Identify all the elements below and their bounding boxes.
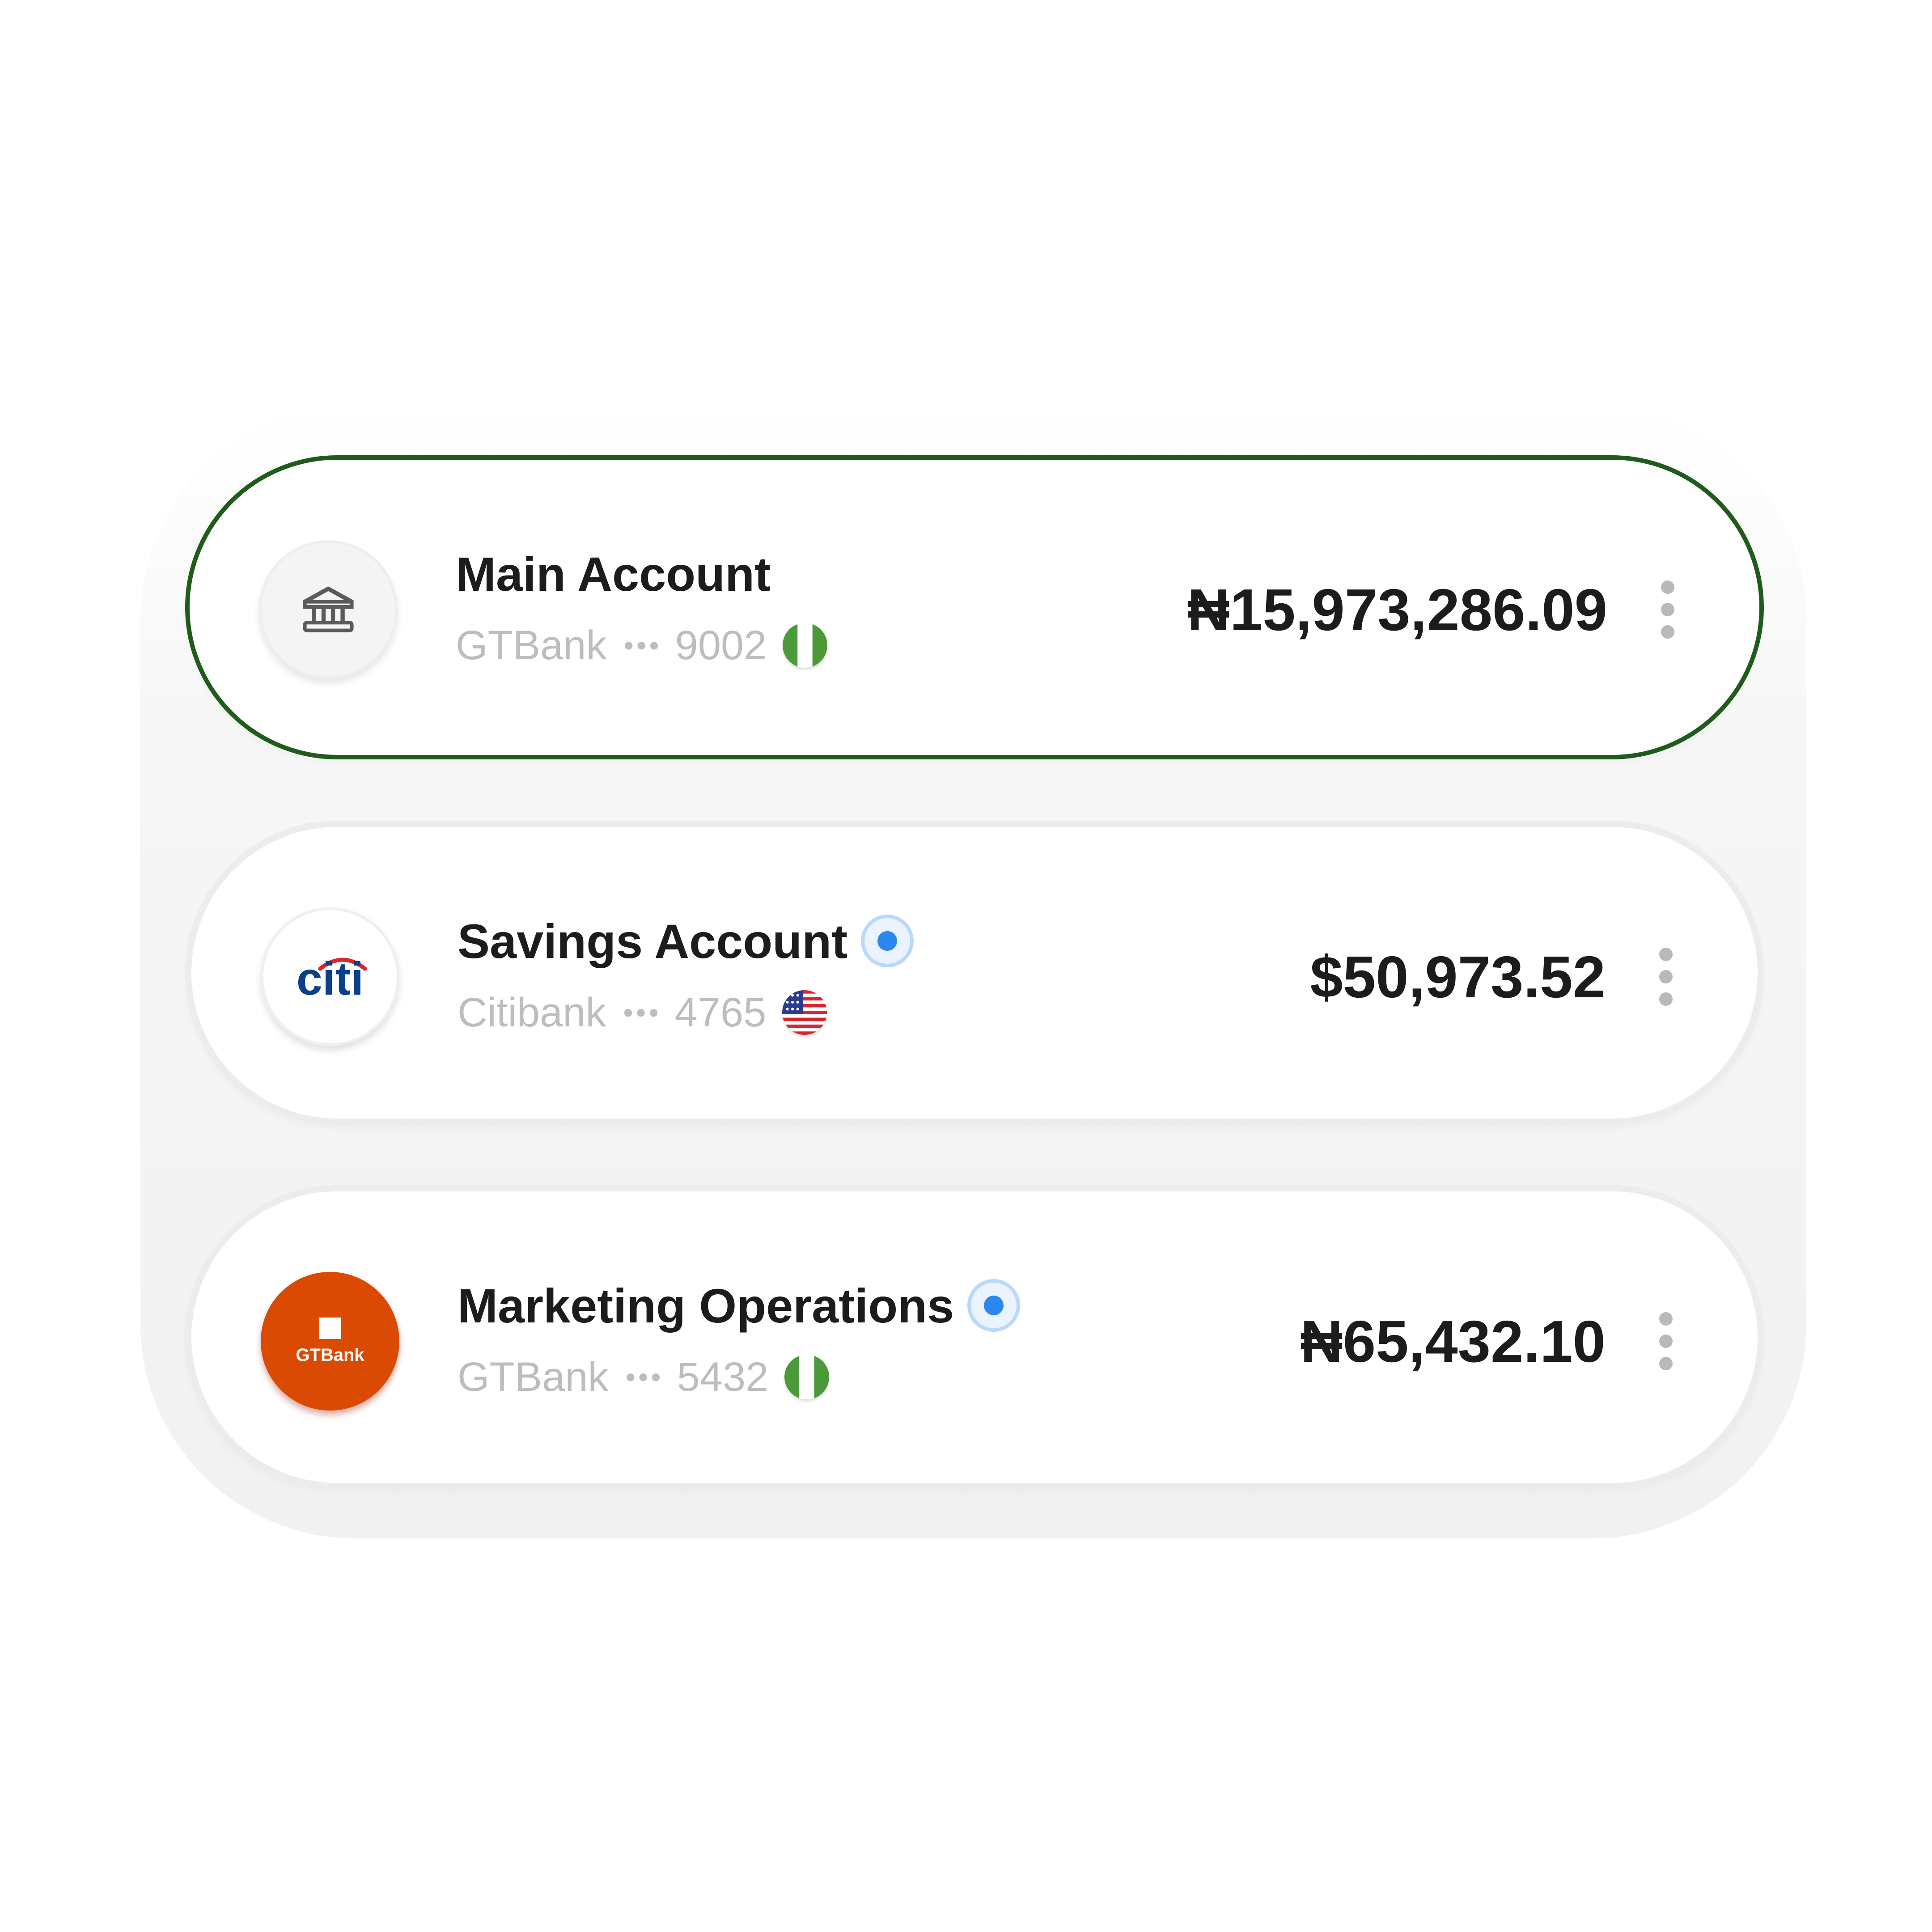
account-title-row: Marketing Operations [458, 1278, 1021, 1333]
nigeria-flag-icon [783, 623, 828, 668]
account-last4: 9002 [675, 622, 767, 668]
account-balance: ₦65,432.10 [1300, 1309, 1606, 1374]
account-card-savings[interactable]: citi Savings Account Citibank ••• 4765 $… [185, 821, 1764, 1125]
bank-name: GTBank [458, 1354, 609, 1400]
account-details-row: Citibank ••• 4765 [458, 988, 827, 1037]
verified-badge-icon [861, 915, 914, 967]
account-balance: ₦15,973,286.09 [1187, 577, 1607, 643]
citi-logo-text: citi [297, 953, 364, 1005]
masked-dots: ••• [625, 1361, 664, 1393]
account-details-row: GTBank ••• 5432 [458, 1352, 830, 1402]
verified-badge-icon [967, 1279, 1021, 1332]
gtbank-logo-text: GTBank [296, 1345, 364, 1365]
accounts-screen: Main Account GTBank ••• 9002 ₦15,973,286… [0, 0, 1932, 1932]
citibank-logo: citi [261, 907, 399, 1046]
gtbank-square-icon [319, 1317, 341, 1339]
usa-flag-icon [782, 990, 827, 1035]
nigeria-flag-icon [784, 1355, 830, 1399]
gtbank-logo: GTBank [261, 1272, 399, 1411]
bank-name: Citibank [458, 989, 606, 1035]
account-title-row: Savings Account [458, 914, 914, 968]
account-name: Savings Account [458, 914, 848, 968]
more-options-icon[interactable] [1652, 1312, 1679, 1370]
account-details-row: GTBank ••• 9002 [456, 621, 828, 670]
account-title-row: Main Account [456, 547, 771, 601]
account-card-main[interactable]: Main Account GTBank ••• 9002 ₦15,973,286… [185, 455, 1764, 759]
account-last4: 4765 [674, 989, 767, 1035]
account-balance: $50,973.52 [1310, 944, 1606, 1010]
bank-building-icon [259, 540, 398, 679]
bank-name: GTBank [456, 622, 607, 668]
more-options-icon[interactable] [1654, 580, 1681, 639]
masked-dots: ••• [623, 996, 661, 1029]
account-card-marketing[interactable]: GTBank Marketing Operations GTBank ••• 5… [185, 1185, 1764, 1489]
account-name: Main Account [456, 547, 771, 601]
masked-dots: ••• [623, 629, 662, 661]
more-options-icon[interactable] [1652, 948, 1679, 1006]
account-name: Marketing Operations [458, 1278, 954, 1333]
account-last4: 5432 [677, 1354, 769, 1400]
